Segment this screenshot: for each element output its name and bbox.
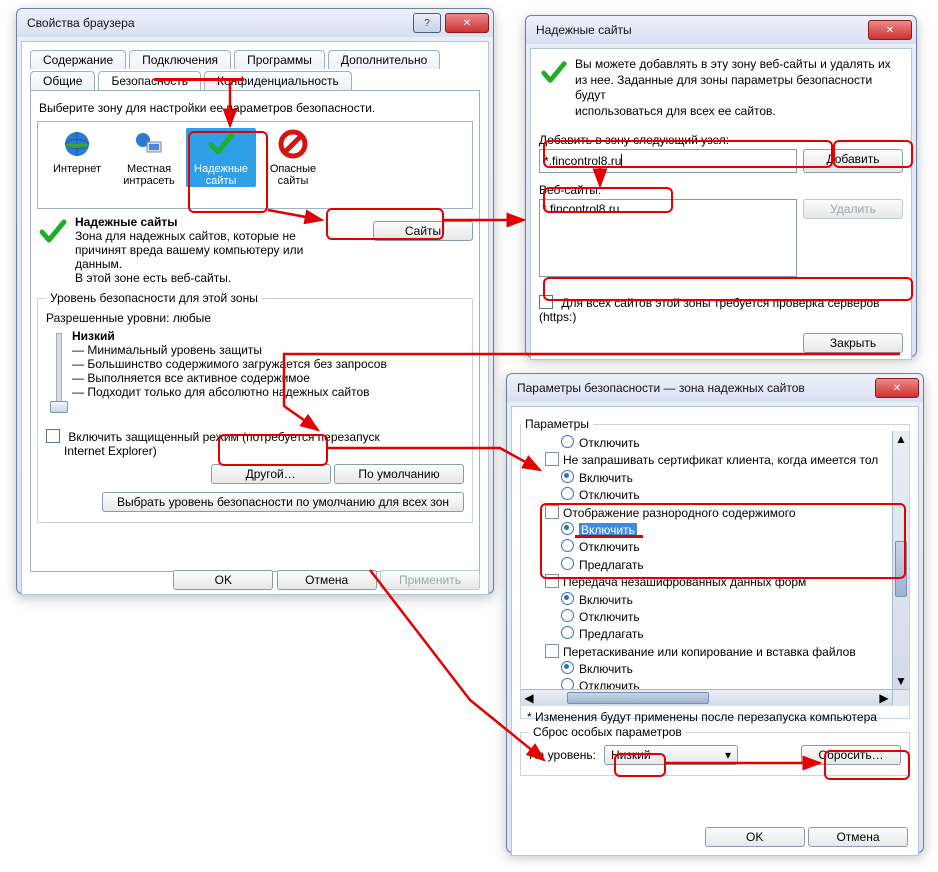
websites-list[interactable]: *.fincontrol8.ru xyxy=(539,199,797,277)
radio-off[interactable] xyxy=(561,487,574,500)
radio-off[interactable] xyxy=(561,626,574,639)
radio-on[interactable] xyxy=(561,522,574,535)
zone-trusted[interactable]: Надежные сайты xyxy=(186,128,256,187)
globe-icon xyxy=(61,128,93,160)
parameters-group: Параметры Отключить Не запрашивать серти… xyxy=(520,417,910,719)
tree-node-icon[interactable] xyxy=(545,574,559,588)
vertical-scrollbar[interactable]: ▲ ▼ xyxy=(892,431,909,689)
level-bullet-4: — Подходит только для абсолютно надежных… xyxy=(72,385,464,399)
radio-on[interactable] xyxy=(561,661,574,674)
cancel-button[interactable]: Отмена xyxy=(808,827,908,847)
protected-mode-checkbox[interactable] xyxy=(46,429,60,443)
add-host-label: Добавить в зону следующий узел: xyxy=(539,133,903,147)
chevron-down-icon: ▾ xyxy=(725,748,731,762)
trusted-desc-4: В этой зоне есть веб-сайты. xyxy=(75,271,373,285)
tree-node-icon[interactable] xyxy=(545,452,559,466)
https-check-label: Для всех сайтов этой зоны требуется пров… xyxy=(539,296,880,324)
security-level-group: Уровень безопасности для этой зоны Разре… xyxy=(37,291,473,523)
prohibited-icon xyxy=(277,128,309,160)
checkmark-icon xyxy=(205,128,237,160)
trusted-sites-title: Надежные сайты xyxy=(75,215,373,229)
sites-button[interactable]: Сайты xyxy=(373,221,473,241)
protected-mode-label-1: Включить защищенный режим (потребуется п… xyxy=(68,430,379,444)
radio-off[interactable] xyxy=(561,609,574,622)
radio-off[interactable] xyxy=(561,435,574,448)
window-title: Свойства браузера xyxy=(27,16,135,30)
window-title: Надежные сайты xyxy=(536,23,632,37)
ok-button[interactable]: OK xyxy=(173,570,273,590)
browser-properties-window: Свойства браузера ? ✕ Содержание Подключ… xyxy=(16,8,494,594)
trusted-desc-1: Зона для надежных сайтов, которые не xyxy=(75,229,373,243)
tree-node-icon[interactable] xyxy=(545,505,559,519)
delete-button[interactable]: Удалить xyxy=(803,199,903,219)
titlebar[interactable]: Свойства браузера ? ✕ xyxy=(17,9,493,37)
custom-level-button[interactable]: Другой… xyxy=(211,464,331,484)
security-level-legend: Уровень безопасности для этой зоны xyxy=(46,291,262,305)
website-entry[interactable]: *.fincontrol8.ru xyxy=(542,202,794,216)
reset-level-label: На уровень: xyxy=(529,748,596,762)
websites-label: Веб-сайты: xyxy=(539,183,903,197)
zone-instruction: Выберите зону для настройки ее параметро… xyxy=(39,101,473,115)
tab-programs[interactable]: Программы xyxy=(234,50,325,69)
reset-group: Сброс особых параметров На уровень: Низк… xyxy=(520,725,910,776)
zone-intranet[interactable]: Местная интрасеть xyxy=(114,128,184,187)
security-slider[interactable] xyxy=(46,329,72,415)
reset-legend: Сброс особых параметров xyxy=(529,725,686,739)
tab-advanced[interactable]: Дополнительно xyxy=(328,50,440,69)
protected-mode-label-2: Internet Explorer) xyxy=(64,444,157,458)
tab-connections[interactable]: Подключения xyxy=(129,50,231,69)
trusted-sites-window: Надежные сайты ✕ Вы можете добавлять в э… xyxy=(525,15,917,357)
titlebar[interactable]: Надежные сайты ✕ xyxy=(526,16,916,44)
trusted-desc-3: данным. xyxy=(75,257,373,271)
apply-button[interactable]: Применить xyxy=(380,570,480,590)
window-title: Параметры безопасности — зона надежных с… xyxy=(517,381,805,395)
level-bullet-1: — Минимальный уровень защиты xyxy=(72,343,464,357)
horizontal-scrollbar[interactable]: ◀ ▶ xyxy=(521,689,909,706)
reset-level-dropdown[interactable]: Низкий ▾ xyxy=(604,745,738,765)
intro-line1: Вы можете добавлять в эту зону веб-сайты… xyxy=(575,57,903,73)
level-bullet-2: — Большинство содержимого загружается бе… xyxy=(72,357,464,371)
level-bullet-3: — Выполняется все активное содержимое xyxy=(72,371,464,385)
titlebar[interactable]: Параметры безопасности — зона надежных с… xyxy=(507,374,923,402)
intranet-icon xyxy=(133,128,165,160)
add-button[interactable]: Добавить xyxy=(803,149,903,173)
help-button[interactable]: ? xyxy=(413,13,441,33)
intro-line2: из нее. Заданные для зоны параметры безо… xyxy=(575,73,903,104)
close-dialog-button[interactable]: Закрыть xyxy=(803,333,903,353)
tab-privacy[interactable]: Конфиденциальность xyxy=(204,71,352,90)
security-settings-window: Параметры безопасности — зона надежных с… xyxy=(506,373,924,853)
allowed-levels: Разрешенные уровни: любые xyxy=(46,311,464,325)
tab-security[interactable]: Безопасность xyxy=(98,71,201,90)
close-button[interactable]: ✕ xyxy=(875,378,919,398)
default-level-button[interactable]: По умолчанию xyxy=(334,464,464,484)
zone-restricted[interactable]: Опасные сайты xyxy=(258,128,328,187)
options-tree[interactable]: Отключить Не запрашивать сертификат клие… xyxy=(521,431,892,689)
reset-button[interactable]: Сбросить… xyxy=(801,745,901,765)
zone-internet[interactable]: Интернет xyxy=(42,128,112,175)
radio-off[interactable] xyxy=(561,678,574,689)
zones-list[interactable]: Интернет Местная интрасеть Надежные xyxy=(37,121,473,209)
tree-node-icon[interactable] xyxy=(545,644,559,658)
trusted-desc-2: причинят вреда вашему компьютеру или xyxy=(75,243,373,257)
cancel-button[interactable]: Отмена xyxy=(277,570,377,590)
radio-on[interactable] xyxy=(561,470,574,483)
radio-on[interactable] xyxy=(561,592,574,605)
intro-line3: использоваться для всех ее сайтов. xyxy=(575,104,903,120)
radio-off[interactable] xyxy=(561,557,574,570)
level-name: Низкий xyxy=(72,329,464,343)
https-check[interactable] xyxy=(539,295,553,309)
parameters-legend: Параметры xyxy=(521,417,593,431)
checkmark-large-icon xyxy=(37,215,69,247)
close-button[interactable]: ✕ xyxy=(868,20,912,40)
close-button[interactable]: ✕ xyxy=(445,13,489,33)
ok-button[interactable]: OK xyxy=(705,827,805,847)
reset-all-zones-button[interactable]: Выбрать уровень безопасности по умолчани… xyxy=(102,492,464,512)
tab-content[interactable]: Содержание xyxy=(30,50,126,69)
tab-general[interactable]: Общие xyxy=(30,71,95,90)
radio-off[interactable] xyxy=(561,539,574,552)
add-host-input[interactable]: *.fincontrol8.ru xyxy=(539,149,797,173)
checkmark-icon xyxy=(539,57,569,87)
